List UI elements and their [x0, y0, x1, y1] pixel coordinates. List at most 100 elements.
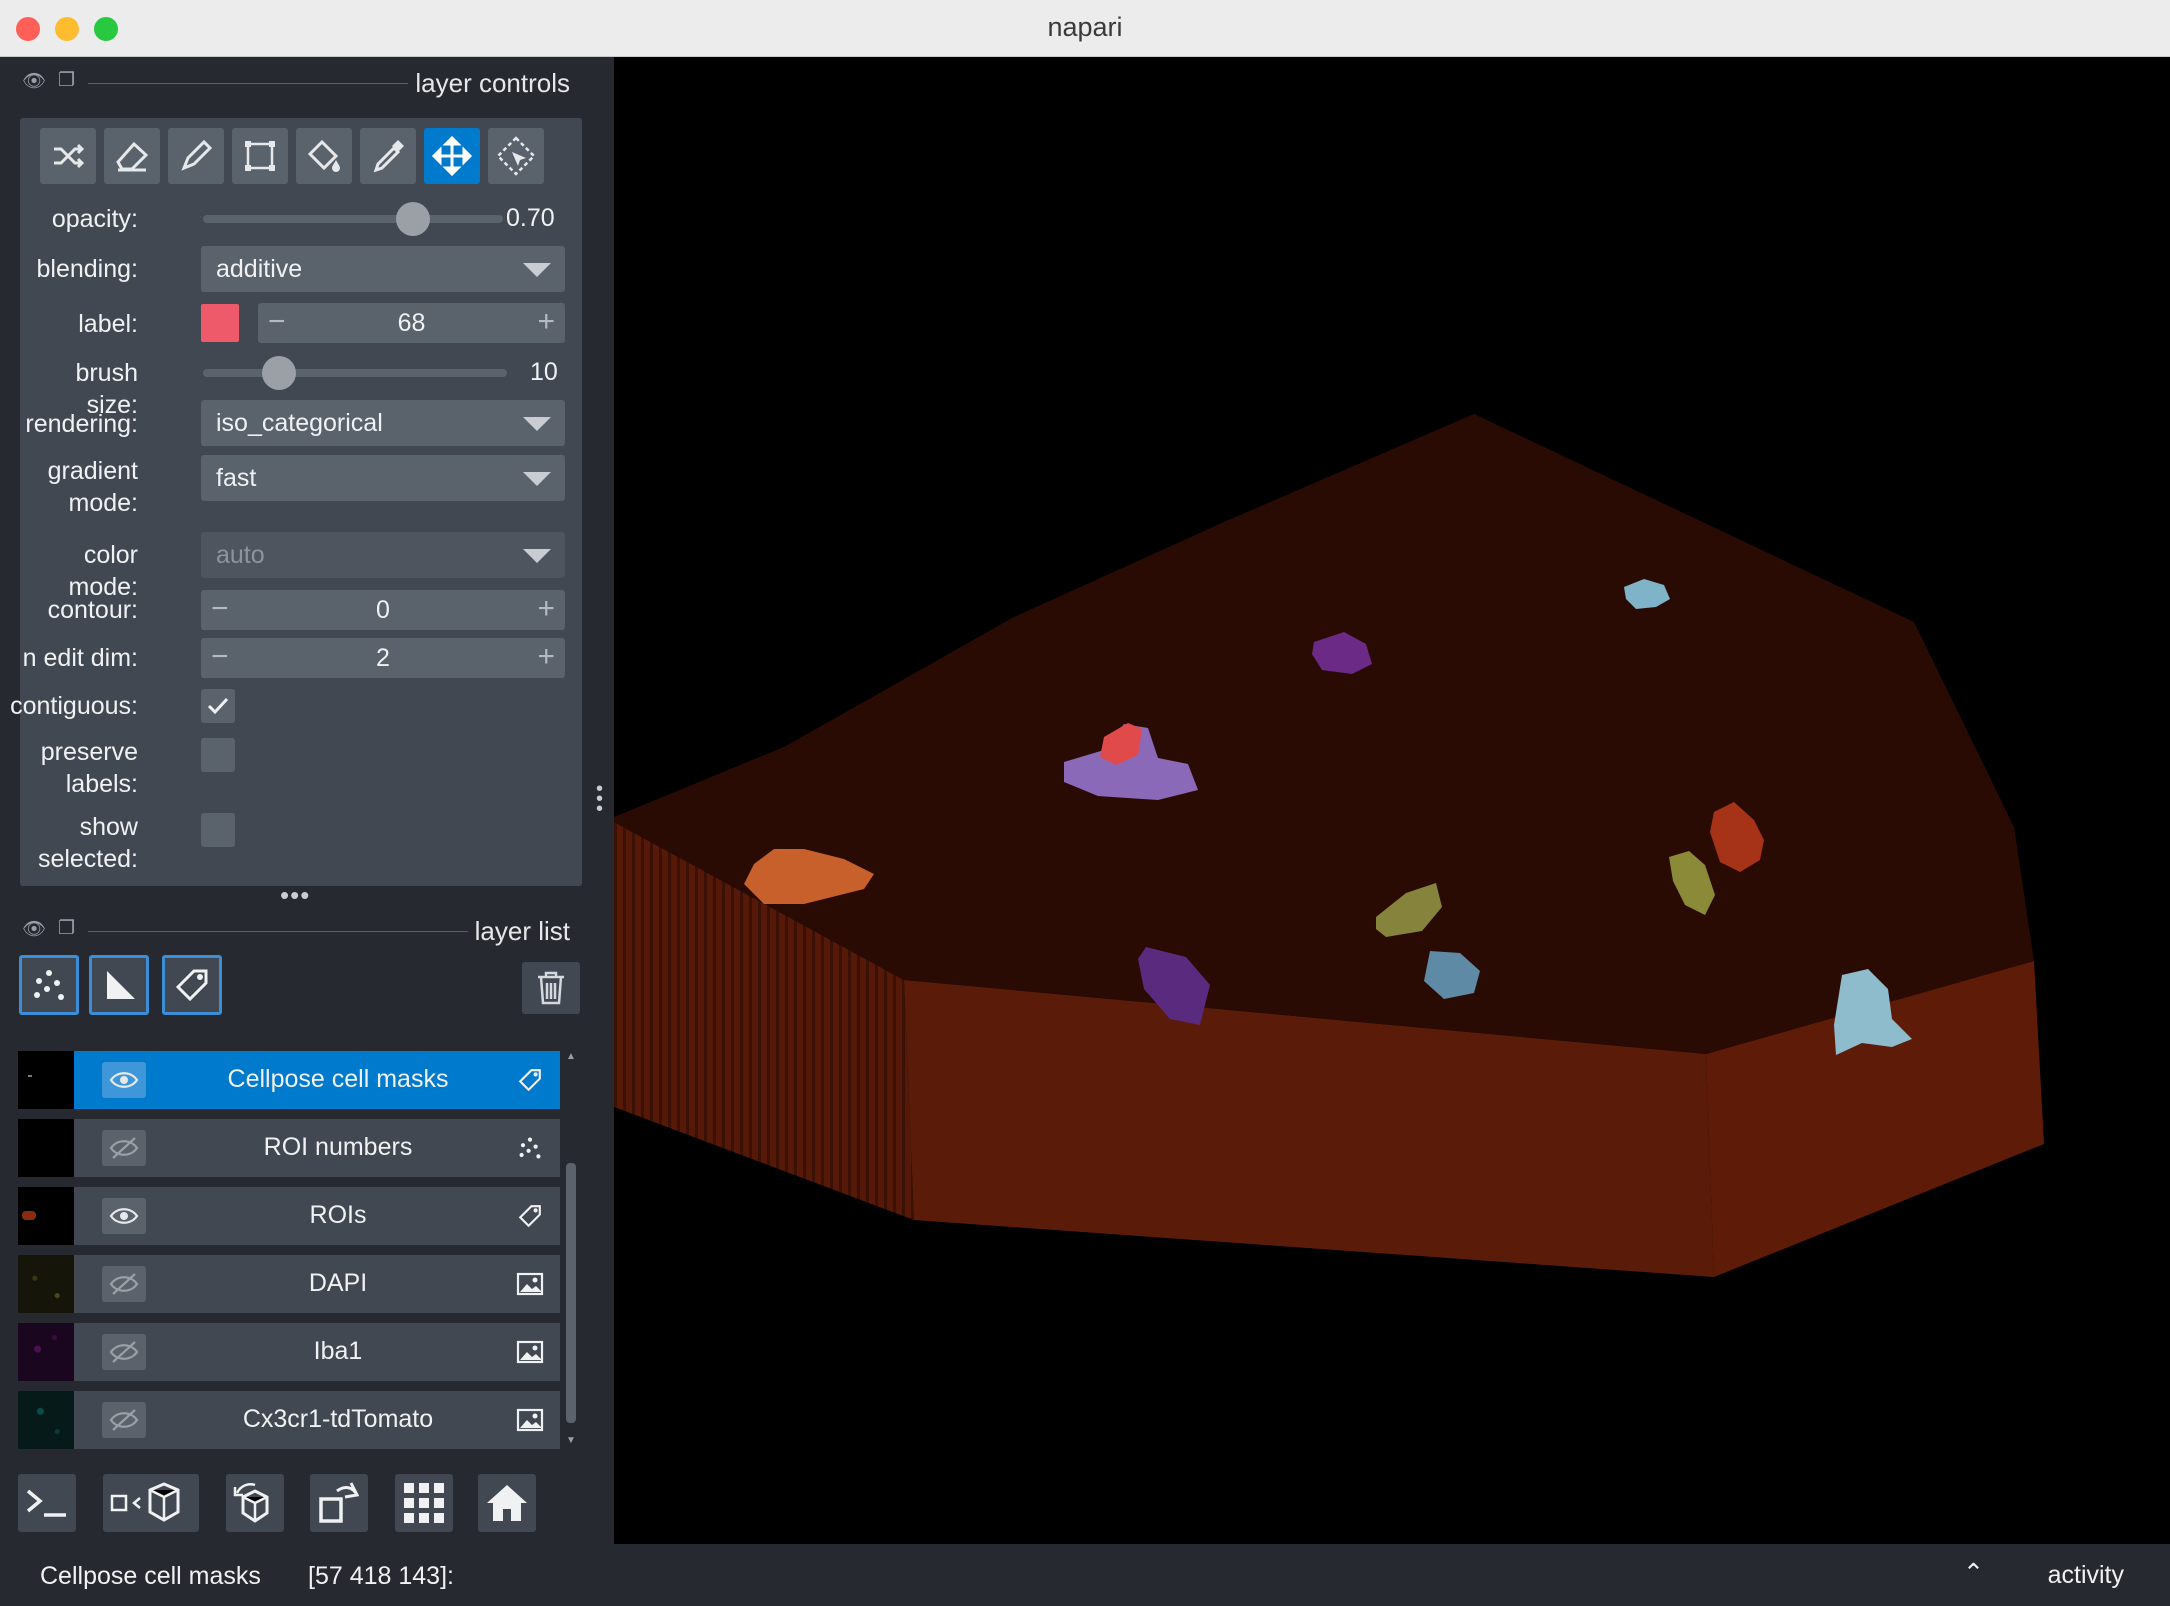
shuffle-colors-button[interactable] — [40, 128, 96, 184]
brush-size-slider-track[interactable] — [203, 369, 507, 377]
gradient-mode-select[interactable]: fast — [201, 455, 565, 501]
float-eye-icon[interactable]: 👁 — [22, 69, 46, 92]
brush-size-value: 10 — [530, 358, 558, 386]
color-mode-value: auto — [216, 541, 265, 569]
layer-name[interactable]: ROI numbers — [146, 1133, 530, 1162]
polygon-button[interactable] — [232, 128, 288, 184]
visibility-toggle[interactable] — [102, 1130, 146, 1166]
visibility-toggle[interactable] — [102, 1198, 146, 1234]
points-icon — [514, 1132, 546, 1164]
delete-layer-button[interactable] — [522, 962, 580, 1014]
layer-name[interactable]: ROIs — [146, 1201, 530, 1230]
scroll-up-icon[interactable]: ▲ — [566, 1051, 576, 1062]
fill-bucket-button[interactable] — [296, 128, 352, 184]
layer-row-dapi[interactable]: DAPI — [18, 1255, 560, 1313]
opacity-value: 0.70 — [506, 204, 555, 232]
transform-icon — [496, 136, 536, 176]
preserve-labels-checkbox[interactable] — [201, 738, 235, 772]
layer-thumbnail — [18, 1323, 74, 1381]
opacity-slider-track[interactable] — [203, 215, 503, 223]
rendering-select[interactable]: iso_categorical — [201, 400, 565, 446]
contour-spinbox[interactable]: − 0 + — [201, 590, 565, 630]
status-coordinates: [57 418 143]: — [308, 1562, 454, 1590]
layer-controls-header: 👁 ❐ layer controls — [18, 63, 578, 103]
layer-name[interactable]: Iba1 — [146, 1337, 530, 1366]
contiguous-checkbox[interactable] — [201, 689, 235, 723]
trash-icon — [538, 971, 564, 1005]
opacity-slider-handle[interactable] — [396, 202, 430, 236]
rendered-volume — [614, 414, 2044, 1277]
image-icon — [514, 1404, 546, 1436]
checkmark-icon — [207, 697, 229, 715]
visibility-toggle[interactable] — [102, 1266, 146, 1302]
show-selected-label-line1: show — [79, 813, 138, 841]
color-picker-button[interactable] — [360, 128, 416, 184]
contiguous-label: contiguous: — [10, 692, 138, 720]
new-points-layer-icon — [34, 970, 64, 1000]
chevron-up-icon[interactable]: ⌃ — [1963, 1558, 1984, 1588]
float-eye-icon[interactable]: 👁 — [22, 917, 46, 940]
eye-hidden-icon — [109, 1341, 139, 1363]
show-selected-checkbox[interactable] — [201, 813, 235, 847]
n-edit-dim-value: 2 — [376, 644, 390, 672]
float-panel-icon[interactable]: ❐ — [58, 917, 80, 939]
layer-row-rois[interactable]: ROIs — [18, 1187, 560, 1245]
layer-list-scrollbar[interactable]: ▲ ▼ — [564, 1051, 578, 1446]
layer-row-roi-numbers[interactable]: ROI numbers — [18, 1119, 560, 1177]
roll-dims-button[interactable] — [226, 1474, 284, 1532]
transpose-button[interactable] — [310, 1474, 368, 1532]
eraser-icon — [116, 141, 149, 172]
preserve-labels-label-line1: preserve — [40, 738, 138, 766]
color-picker-icon — [373, 140, 404, 173]
layer-row-cx3cr1-tdtomato[interactable]: Cx3cr1-tdTomato — [18, 1391, 560, 1449]
eye-hidden-icon — [109, 1137, 139, 1159]
eye-icon — [109, 1208, 139, 1224]
scrollbar-thumb[interactable] — [566, 1163, 576, 1423]
float-panel-icon[interactable]: ❐ — [58, 69, 80, 91]
layer-name[interactable]: DAPI — [146, 1269, 530, 1298]
layer-name[interactable]: Cx3cr1-tdTomato — [146, 1405, 530, 1434]
home-button[interactable] — [478, 1474, 536, 1532]
eraser-button[interactable] — [104, 128, 160, 184]
ndisplay-toggle-icon — [110, 1482, 180, 1522]
contour-label: contour: — [47, 596, 138, 624]
label-spinbox[interactable]: − 68 + — [258, 303, 565, 343]
layer-list-header: 👁 ❐ layer list — [18, 911, 578, 951]
pan-zoom-button[interactable] — [424, 128, 480, 184]
new-labels-layer-button[interactable] — [162, 955, 222, 1015]
ndisplay-toggle-button[interactable] — [103, 1474, 199, 1532]
dock-splitter-handle[interactable]: ••• — [280, 880, 310, 911]
blending-select[interactable]: additive — [201, 246, 565, 292]
label-color-swatch[interactable] — [201, 304, 239, 342]
title-bar: napari — [0, 0, 2170, 57]
n-edit-dim-spinbox[interactable]: − 2 + — [201, 638, 565, 678]
chevron-down-icon — [523, 417, 551, 431]
increment-icon[interactable]: + — [537, 305, 555, 339]
activity-button[interactable]: activity — [2048, 1561, 2124, 1590]
visibility-toggle[interactable] — [102, 1402, 146, 1438]
layer-thumbnail — [18, 1255, 74, 1313]
transform-button[interactable] — [488, 128, 544, 184]
layer-name[interactable]: Cellpose cell masks — [146, 1065, 530, 1094]
new-shapes-layer-button[interactable] — [89, 955, 149, 1015]
dock-resize-handle[interactable]: • • • — [596, 779, 603, 819]
grid-view-button[interactable] — [395, 1474, 453, 1532]
viewer-canvas[interactable] — [614, 57, 2170, 1544]
new-shapes-layer-icon — [107, 971, 135, 999]
new-points-layer-button[interactable] — [19, 955, 79, 1015]
home-icon — [487, 1485, 527, 1521]
increment-icon[interactable]: + — [537, 640, 555, 674]
brush-size-slider-handle[interactable] — [262, 356, 296, 390]
increment-icon[interactable]: + — [537, 592, 555, 626]
visibility-toggle[interactable] — [102, 1334, 146, 1370]
visibility-toggle[interactable] — [102, 1062, 146, 1098]
console-button[interactable] — [18, 1474, 76, 1532]
layer-row-iba1[interactable]: Iba1 — [18, 1323, 560, 1381]
paintbrush-button[interactable] — [168, 128, 224, 184]
scroll-down-icon[interactable]: ▼ — [566, 1435, 576, 1446]
eye-icon — [109, 1072, 139, 1088]
layer-row-cellpose-cell-masks[interactable]: Cellpose cell masks — [18, 1051, 560, 1109]
eye-hidden-icon — [109, 1273, 139, 1295]
layer-controls-title: layer controls — [415, 68, 570, 98]
status-bar: Cellpose cell masks [57 418 143]: ⌃ acti… — [0, 1544, 2170, 1606]
